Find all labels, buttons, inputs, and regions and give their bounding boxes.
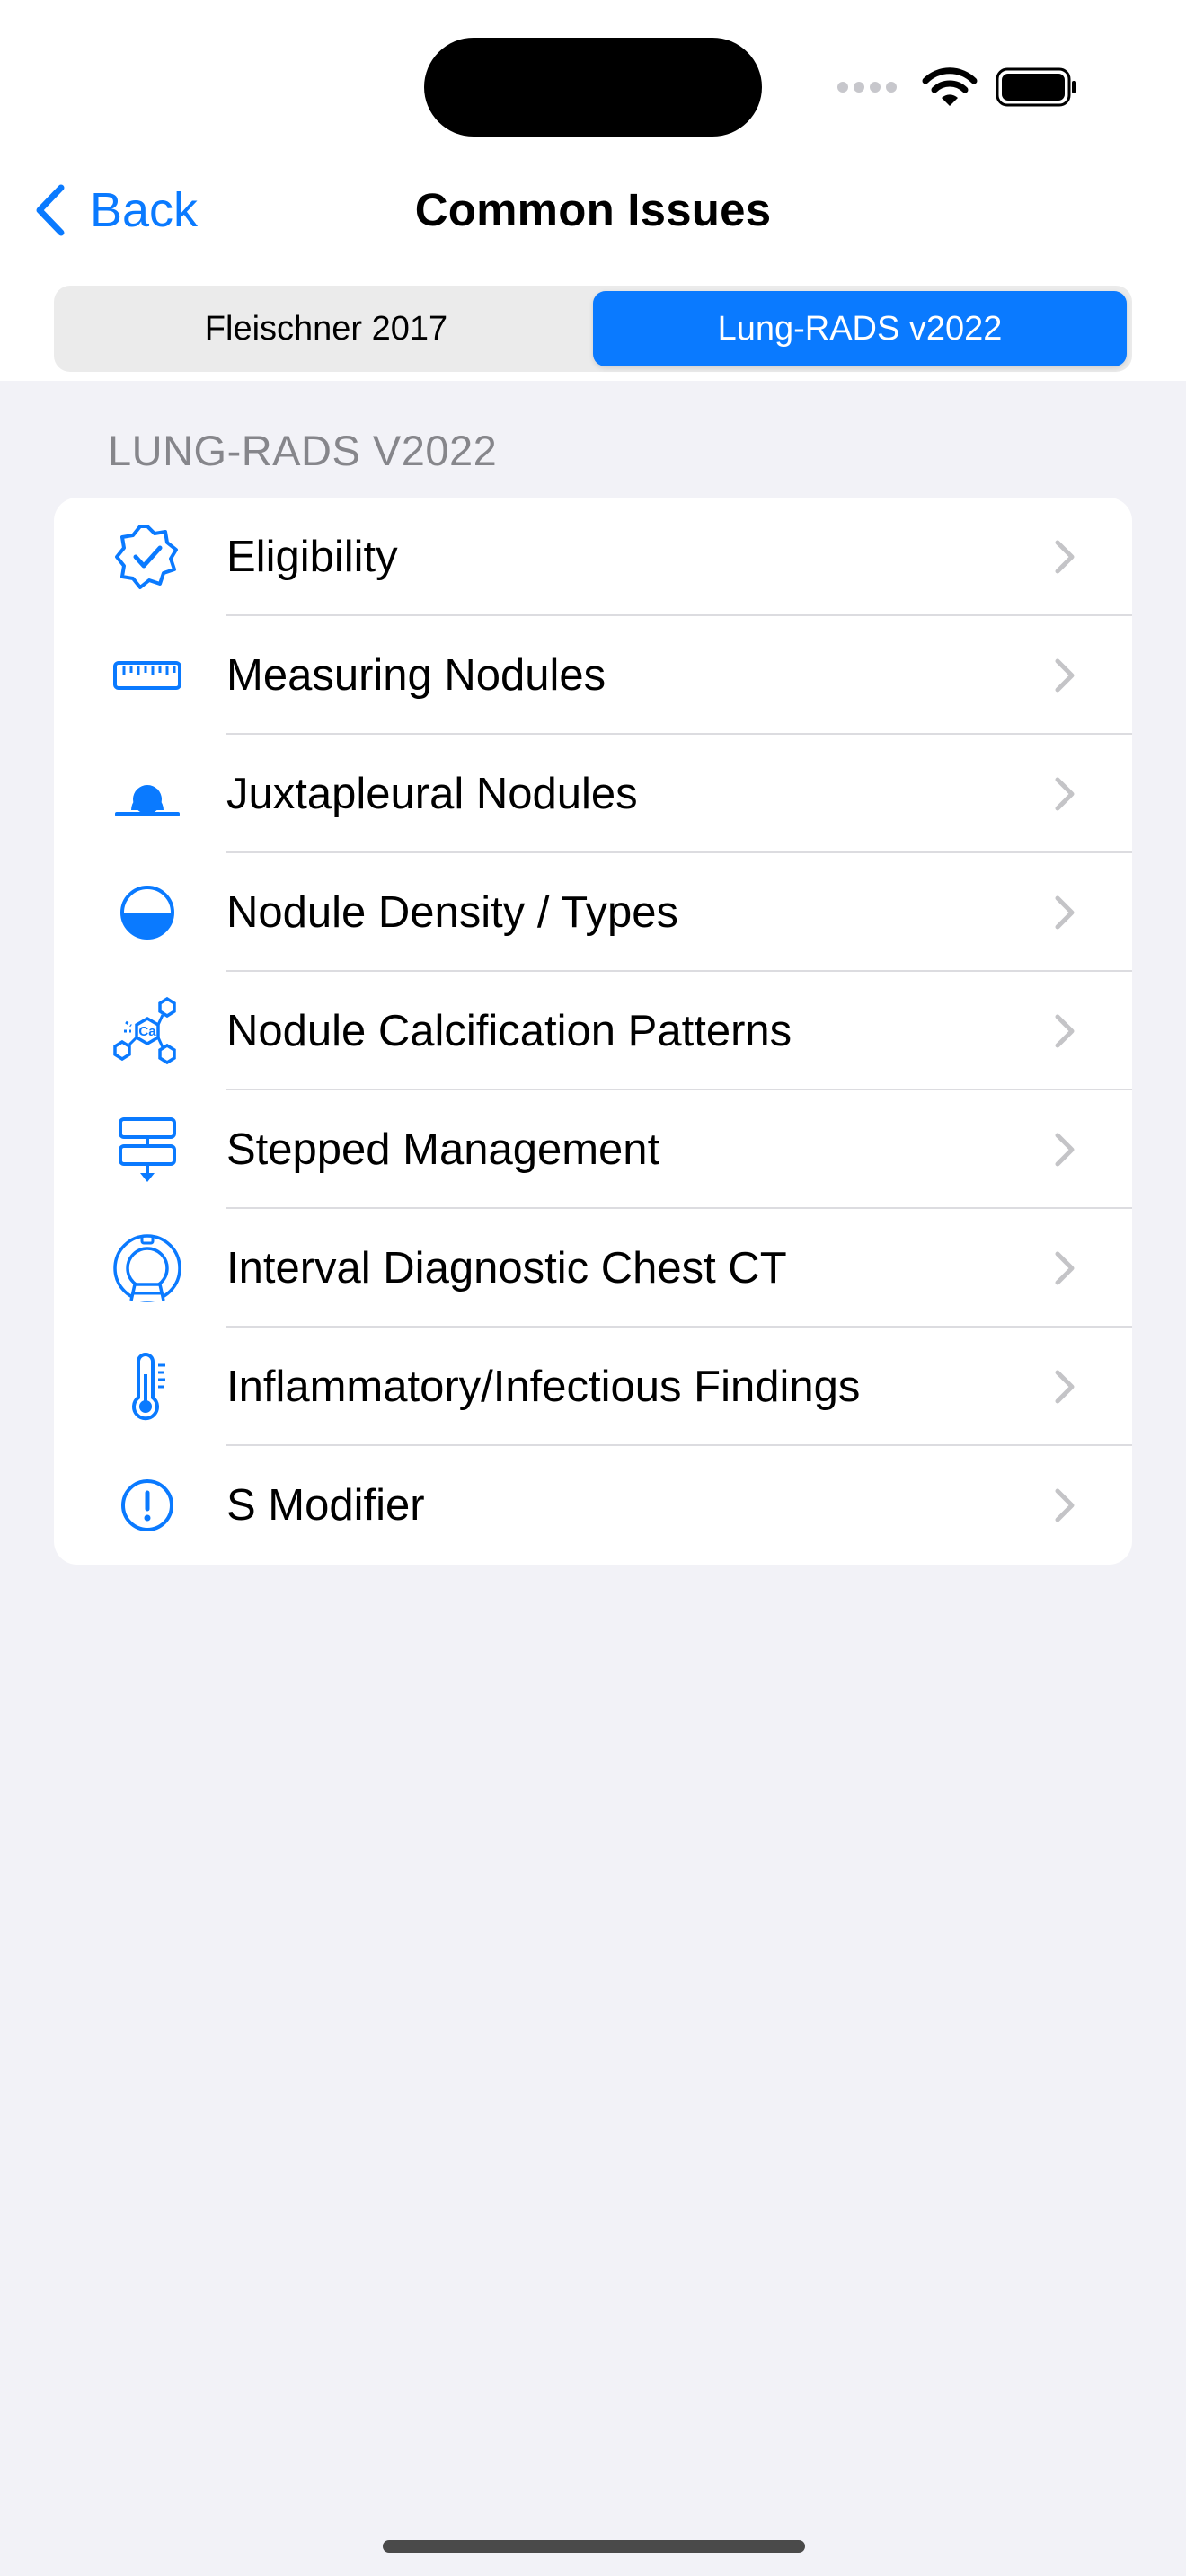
ct-scanner-icon: [111, 1232, 183, 1304]
wifi-icon: [922, 67, 978, 106]
item-label: Eligibility: [226, 533, 398, 581]
page-title: Common Issues: [414, 184, 772, 235]
chevron-right-icon: [1055, 1014, 1075, 1048]
ruler-icon: [111, 640, 183, 711]
chevron-right-icon: [1055, 777, 1075, 811]
segment-lung-rads-v2022[interactable]: Lung-RADS v2022: [593, 291, 1127, 366]
guideline-segmented-control: Fleischner 2017 Lung-RADS v2022: [54, 286, 1132, 372]
chevron-right-icon: [1055, 895, 1075, 930]
half-filled-circle-icon: [111, 877, 183, 948]
verified-badge-icon: [111, 521, 183, 593]
list-item-measuring-nodules[interactable]: Measuring Nodules: [54, 616, 1132, 735]
list-item-juxtapleural-nodules[interactable]: Juxtapleural Nodules: [54, 735, 1132, 853]
thermometer-icon: [111, 1351, 183, 1423]
exclamation-circle-icon: [111, 1469, 183, 1541]
calcium-molecule-icon: Ca: [111, 995, 183, 1067]
item-label: Juxtapleural Nodules: [226, 770, 638, 818]
list-item-s-modifier[interactable]: S Modifier: [54, 1446, 1132, 1565]
chevron-right-icon: [1055, 658, 1075, 693]
battery-icon: [996, 67, 1076, 107]
cellular-signal-icon: [837, 82, 897, 93]
chevron-right-icon: [1055, 1370, 1075, 1404]
common-issues-list: Eligibility Measuring Nodules Juxtapleur…: [54, 498, 1132, 1565]
list-item-nodule-density-types[interactable]: Nodule Density / Types: [54, 853, 1132, 972]
chevron-right-icon: [1055, 1251, 1075, 1285]
segment-fleischner-2017[interactable]: Fleischner 2017: [59, 291, 593, 366]
list-item-eligibility[interactable]: Eligibility: [54, 498, 1132, 616]
item-label: Stepped Management: [226, 1125, 660, 1174]
item-label: Inflammatory/Infectious Findings: [226, 1363, 861, 1411]
list-item-interval-diagnostic-chest-ct[interactable]: Interval Diagnostic Chest CT: [54, 1209, 1132, 1328]
dynamic-island: [424, 38, 762, 137]
list-item-stepped-management[interactable]: Stepped Management: [54, 1090, 1132, 1209]
item-label: Measuring Nodules: [226, 651, 606, 700]
stepped-flow-icon: [111, 1114, 183, 1186]
chevron-right-icon: [1055, 1133, 1075, 1167]
list-item-inflammatory-infectious-findings[interactable]: Inflammatory/Infectious Findings: [54, 1328, 1132, 1446]
item-label: Nodule Calcification Patterns: [226, 1007, 792, 1055]
svg-text:Ca: Ca: [138, 1024, 156, 1039]
juxtapleural-nodule-icon: [111, 758, 183, 830]
section-header: LUNG-RADS V2022: [108, 427, 498, 474]
home-indicator[interactable]: [383, 2540, 805, 2553]
navigation-area: Back Common Issues Fleischner 2017 Lung-…: [0, 0, 1186, 381]
item-label: Interval Diagnostic Chest CT: [226, 1244, 787, 1292]
list-item-nodule-calcification-patterns[interactable]: Ca Nodule Calcification Patterns: [54, 972, 1132, 1090]
chevron-right-icon: [1055, 540, 1075, 574]
chevron-right-icon: [1055, 1488, 1075, 1522]
item-label: Nodule Density / Types: [226, 888, 678, 937]
item-label: S Modifier: [226, 1481, 425, 1530]
status-bar-indicators: [837, 66, 1078, 108]
